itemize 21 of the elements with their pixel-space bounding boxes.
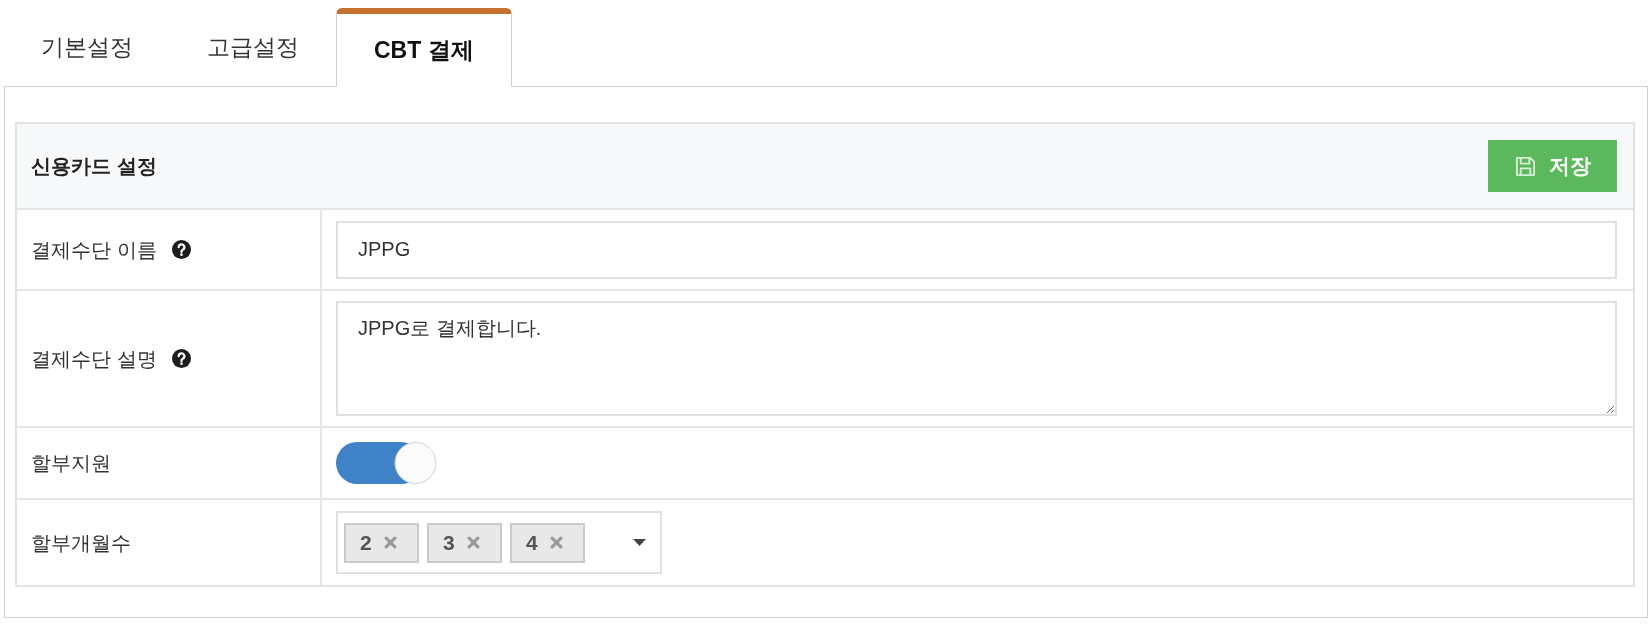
text-input[interactable]: JPPG bbox=[336, 220, 1617, 279]
field-label: 할부개월수 bbox=[31, 530, 131, 556]
field-label: 결제수단 이름 bbox=[31, 237, 157, 263]
help-icon[interactable] bbox=[171, 240, 191, 259]
tag-label: 4 bbox=[526, 532, 538, 553]
field-label: 결제수단 설명 bbox=[31, 346, 157, 372]
tag-label: 3 bbox=[443, 532, 455, 553]
tab[interactable]: 기본설정 bbox=[4, 8, 170, 86]
multi-select-field[interactable]: 2 3 4 bbox=[336, 511, 662, 574]
caret-icon[interactable] bbox=[633, 539, 646, 546]
tab[interactable]: CBT 결제 bbox=[336, 8, 512, 87]
toggle-switch[interactable] bbox=[336, 441, 437, 485]
remove-icon[interactable] bbox=[383, 536, 397, 549]
help-icon[interactable] bbox=[171, 349, 191, 368]
textarea-field[interactable]: JPPG로 결제합니다. bbox=[336, 301, 1617, 416]
field-label: 할부지원 bbox=[31, 451, 111, 476]
panel-title: 신용카드 설정 bbox=[31, 154, 157, 179]
tab[interactable]: 고급설정 bbox=[170, 8, 336, 86]
tag-label: 2 bbox=[360, 532, 372, 553]
remove-icon[interactable] bbox=[549, 536, 563, 549]
remove-icon[interactable] bbox=[466, 536, 480, 549]
